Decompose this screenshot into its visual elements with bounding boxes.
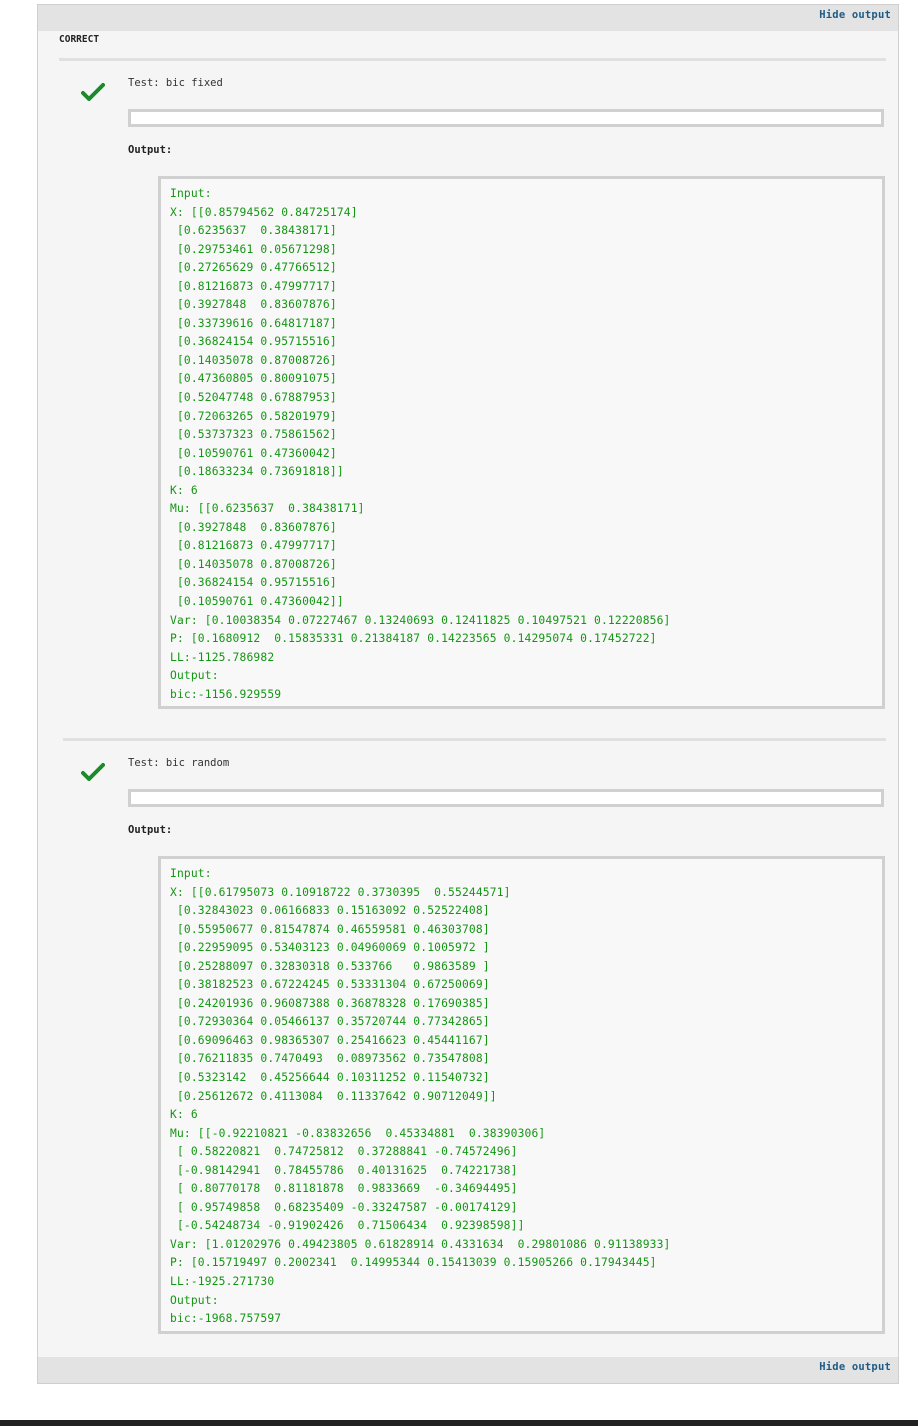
output-line: [0.36824154 0.95715516] (170, 335, 337, 349)
output-label: Output: (128, 144, 173, 156)
output-line: [-0.54248734 -0.91902426 0.71506434 0.92… (170, 1219, 525, 1233)
output-line: X: [[0.85794562 0.84725174] (170, 205, 358, 219)
output-line: [0.5323142 0.45256644 0.10311252 0.11540… (170, 1071, 490, 1085)
check-icon (81, 83, 105, 101)
output-line: [0.6235637 0.38438171] (170, 224, 337, 238)
output-line: [ 0.95749858 0.68235409 -0.33247587 -0.0… (170, 1200, 518, 1214)
output-line: Input: (170, 187, 212, 200)
output-line: [0.52047748 0.67887953] (170, 391, 337, 405)
output-line: [0.10590761 0.47360042]] (170, 595, 344, 609)
output-line: [0.3927848 0.83607876] (170, 520, 337, 534)
output-line: [0.24201936 0.96087388 0.36878328 0.1769… (170, 996, 490, 1010)
output-line: X: [[0.61795073 0.10918722 0.3730395 0.5… (170, 885, 511, 899)
output-box: Input: X: [[0.85794562 0.84725174] [0.623… (158, 176, 885, 709)
output-line: K: 6 (170, 1108, 198, 1122)
output-line: [0.33739616 0.64817187] (170, 316, 337, 330)
test-input-box (128, 109, 884, 127)
output-line: [0.29753461 0.05671298] (170, 242, 337, 256)
test-label: Test: bic fixed (128, 77, 223, 89)
output-line: Mu: [[0.6235637 0.38438171] (170, 502, 365, 516)
bottom-bar: Hide output (38, 1357, 898, 1383)
output-box: Input: X: [[0.61795073 0.10918722 0.37303… (158, 856, 885, 1334)
output-line: Var: [0.10038354 0.07227467 0.13240693 0… (170, 613, 671, 627)
output-line: [0.72930364 0.05466137 0.35720744 0.7734… (170, 1015, 490, 1029)
output-line: [0.81216873 0.47997717] (170, 279, 337, 293)
output-line: [-0.98142941 0.78455786 0.40131625 0.742… (170, 1163, 518, 1177)
hide-output-link-top[interactable]: Hide output (819, 9, 891, 21)
output-line: Output: (170, 669, 219, 683)
output-line: [0.3927848 0.83607876] (170, 298, 337, 312)
output-line: Mu: [[-0.92210821 -0.83832656 0.45334881… (170, 1126, 546, 1140)
output-line: [0.32843023 0.06166833 0.15163092 0.5252… (170, 904, 490, 918)
output-line: K: 6 (170, 483, 198, 497)
output-line: P: [0.1680912 0.15835331 0.21384187 0.14… (170, 632, 657, 646)
output-line: [0.25288097 0.32830318 0.533766 0.986358… (170, 959, 490, 973)
output-line: LL:-1125.786982 (170, 650, 275, 664)
hide-output-link-bottom[interactable]: Hide output (819, 1361, 891, 1373)
output-line: [0.69096463 0.98365307 0.25416623 0.4544… (170, 1033, 490, 1047)
output-line: [0.47360805 0.80091075] (170, 372, 337, 386)
output-line: bic:-1156.929559 (170, 687, 282, 701)
separator (59, 58, 886, 61)
output-line: [0.81216873 0.47997717] (170, 539, 337, 553)
output-line: [0.10590761 0.47360042] (170, 446, 337, 460)
separator (63, 738, 886, 741)
output-line: [0.53737323 0.75861562] (170, 428, 337, 442)
output-line: [0.22959095 0.53403123 0.04960069 0.1005… (170, 941, 490, 955)
output-line: bic:-1968.757597 (170, 1312, 282, 1326)
output-line: LL:-1925.271730 (170, 1275, 275, 1289)
test-input-box (128, 789, 884, 807)
output-line: [0.76211835 0.7470493 0.08973562 0.73547… (170, 1052, 490, 1066)
output-line: [0.25612672 0.4113084 0.11337642 0.90712… (170, 1089, 497, 1103)
output-line: [0.14035078 0.87008726] (170, 557, 337, 571)
check-icon (81, 763, 105, 781)
output-line: [0.72063265 0.58201979] (170, 409, 337, 423)
output-line: [0.36824154 0.95715516] (170, 576, 337, 590)
output-line: Var: [1.01202976 0.49423805 0.61828914 0… (170, 1237, 671, 1251)
output-line: [0.27265629 0.47766512] (170, 261, 337, 275)
output-line: P: [0.15719497 0.2002341 0.14995344 0.15… (170, 1256, 657, 1270)
test-results-panel: Hide output CORRECT Test: bic fixed Outp… (37, 4, 899, 1384)
output-line: [ 0.58220821 0.74725812 0.37288841 -0.74… (170, 1145, 518, 1159)
output-line: [ 0.80770178 0.81181878 0.9833669 -0.346… (170, 1182, 518, 1196)
output-line: Output: (170, 1293, 219, 1307)
test-label: Test: bic random (128, 757, 230, 769)
top-bar: Hide output (38, 5, 898, 31)
window-edge (0, 1420, 918, 1426)
output-line: [0.38182523 0.67224245 0.53331304 0.6725… (170, 978, 490, 992)
output-line: [0.14035078 0.87008726] (170, 353, 337, 367)
output-label: Output: (128, 824, 173, 836)
output-line: [0.18633234 0.73691818]] (170, 465, 344, 479)
status-label: CORRECT (59, 34, 100, 45)
output-line: Input: (170, 867, 212, 880)
output-line: [0.55950677 0.81547874 0.46559581 0.4630… (170, 922, 490, 936)
